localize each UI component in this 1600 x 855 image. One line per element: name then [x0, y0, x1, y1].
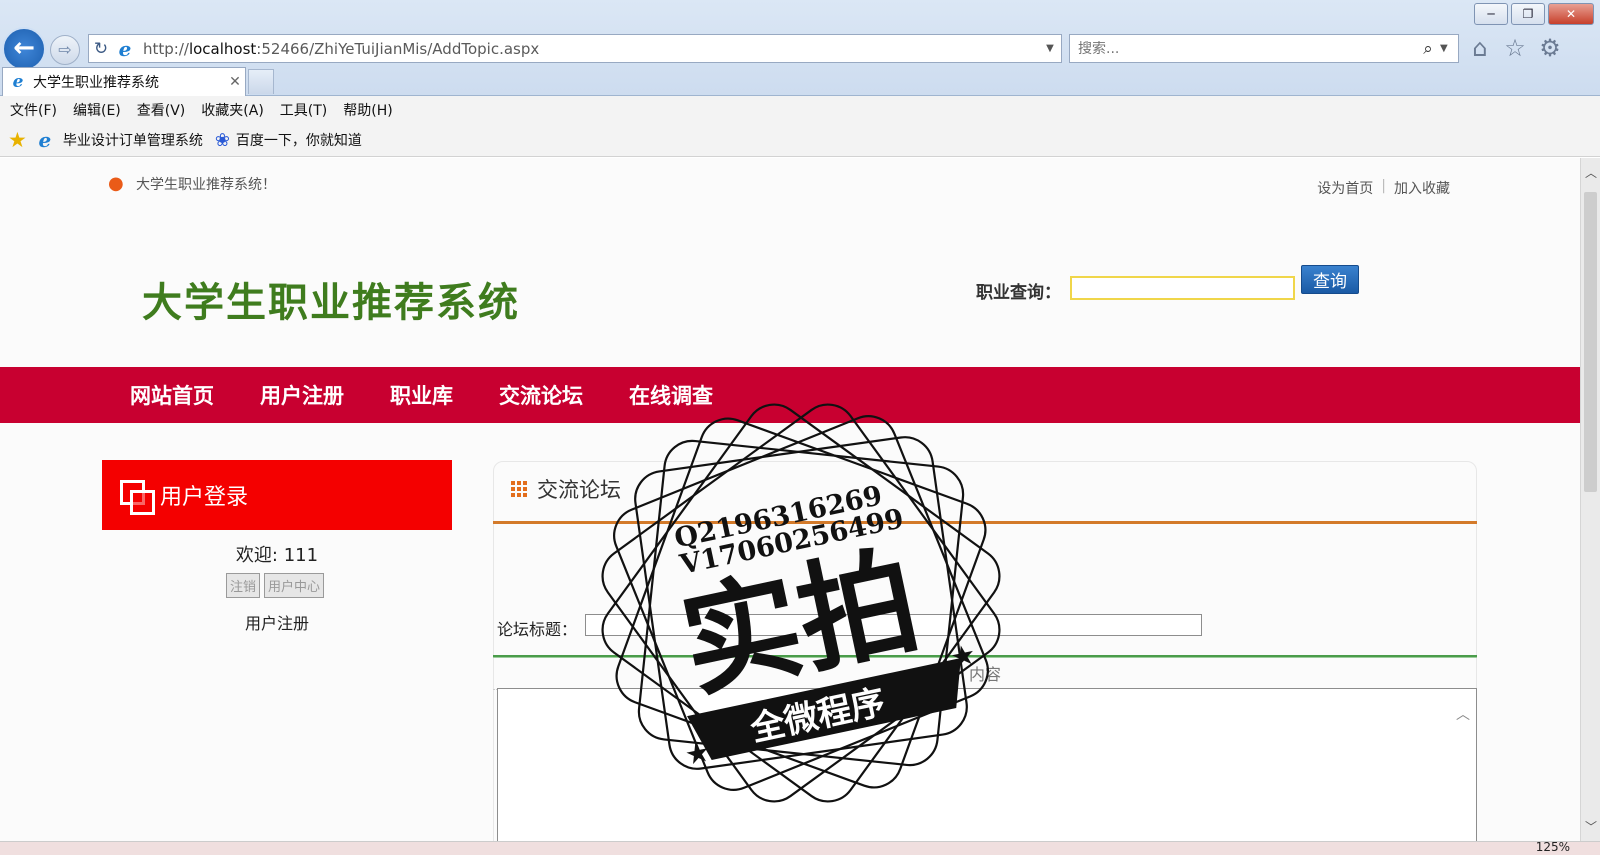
favorite-label: 毕业设计订单管理系统	[62, 133, 203, 149]
address-url[interactable]: http://localhost:52466/ZhiYeTuiJianMis/A…	[137, 40, 1039, 58]
restore-button[interactable]: ❐	[1511, 3, 1545, 25]
scroll-down-icon[interactable]: ﹀	[1584, 818, 1598, 835]
nav-job-library[interactable]: 职业库	[390, 380, 453, 410]
page-viewport: ● 大学生职业推荐系统！ 设为首页 | 加入收藏 大学生职业推荐系统 职业查询：…	[0, 158, 1580, 841]
forum-title: 交流论坛	[537, 478, 621, 502]
favorite-link-order-system[interactable]: e 毕业设计订单管理系统	[33, 128, 203, 152]
favorites-star-icon[interactable]: ★	[8, 128, 27, 152]
page-scrollbar[interactable]: ︿ ﹀	[1580, 158, 1600, 841]
minimize-button[interactable]: ─	[1474, 3, 1508, 25]
scroll-up-icon[interactable]: ︿	[1584, 164, 1598, 181]
content-textarea[interactable]	[497, 688, 1477, 841]
menu-view[interactable]: 查看(V)	[137, 100, 186, 120]
user-register-link[interactable]: 用户注册	[102, 610, 452, 634]
user-center-button[interactable]: 用户中心	[264, 573, 325, 598]
favorite-label: 百度一下，你就知道	[235, 133, 362, 149]
favorites-bar: ★ e 毕业设计订单管理系统 ❀ 百度一下，你就知道	[0, 124, 1600, 157]
home-icon[interactable]: ⌂	[1467, 34, 1493, 62]
ie-icon: e	[118, 36, 132, 61]
welcome-user: 欢迎: 111	[235, 545, 319, 566]
tab-strip: e 大学生职业推荐系统 ✕	[0, 66, 1600, 96]
forum-divider	[493, 521, 1477, 524]
scrollbar-thumb[interactable]	[1584, 192, 1597, 492]
job-search-label: 职业查询：	[976, 283, 1061, 303]
nav-survey[interactable]: 在线调查	[629, 380, 713, 410]
nav-register[interactable]: 用户注册	[260, 380, 344, 410]
logout-button[interactable]: 注销	[226, 573, 261, 598]
menu-bar: 文件(F) 编辑(E) 查看(V) 收藏夹(A) 工具(T) 帮助(H)	[0, 96, 1600, 124]
nav-home[interactable]: 网站首页	[130, 380, 214, 410]
gear-icon[interactable]: ⚙	[1537, 34, 1563, 62]
user-login-icon	[120, 480, 155, 515]
content-divider	[493, 655, 1477, 658]
top-links: 设为首页 | 加入收藏	[1317, 178, 1450, 198]
set-homepage-link[interactable]: 设为首页	[1317, 178, 1373, 198]
window-controls: ─ ❐ ✕	[1474, 3, 1594, 25]
address-bar[interactable]: ↻ e http://localhost:52466/ZhiYeTuiJianM…	[88, 34, 1062, 63]
job-search-input[interactable]	[1070, 276, 1295, 300]
favorite-link-baidu[interactable]: ❀ 百度一下，你就知道	[215, 130, 362, 151]
top-welcome-text: 大学生职业推荐系统！	[136, 177, 276, 193]
browser-search-box[interactable]: ⌕ ▼	[1069, 34, 1459, 63]
link-separator: |	[1381, 178, 1386, 194]
new-tab-button[interactable]	[248, 69, 274, 94]
menu-help[interactable]: 帮助(H)	[343, 100, 392, 120]
topic-title-input[interactable]	[585, 614, 1202, 636]
login-panel-header: 用户登录	[102, 460, 452, 530]
login-actions: 注销 用户中心	[226, 573, 325, 598]
search-dropdown-icon[interactable]: ▼	[1440, 43, 1458, 54]
tab-title: 大学生职业推荐系统	[33, 75, 159, 91]
content-label: 内容	[493, 661, 1477, 690]
search-icon[interactable]: ⌕	[1416, 39, 1440, 59]
job-search-button[interactable]: 查询	[1301, 265, 1359, 294]
topic-title-label: 论坛标题：	[497, 620, 578, 639]
forward-button[interactable]: ⇨	[50, 35, 80, 65]
browser-search-input[interactable]	[1078, 40, 1416, 57]
textarea-scroll-up-icon[interactable]: ︿	[1456, 704, 1470, 724]
menu-file[interactable]: 文件(F)	[10, 100, 57, 120]
close-tab-icon[interactable]: ✕	[225, 74, 245, 90]
status-bar: 125%	[0, 840, 1600, 855]
grid-icon	[511, 481, 527, 497]
baidu-paw-icon: ❀	[214, 129, 230, 151]
favorites-star-icon[interactable]: ☆	[1502, 34, 1528, 62]
close-window-button[interactable]: ✕	[1548, 3, 1594, 25]
nav-forum[interactable]: 交流论坛	[499, 380, 583, 410]
location-pin-icon: ●	[108, 173, 124, 194]
ie-icon: e	[38, 128, 52, 152]
address-dropdown-icon[interactable]: ▼	[1039, 43, 1061, 54]
back-button[interactable]: ←	[2, 27, 46, 71]
main-nav: 网站首页 用户注册 职业库 交流论坛 在线调查	[0, 367, 1580, 423]
browser-tab[interactable]: e 大学生职业推荐系统 ✕	[2, 67, 246, 96]
zoom-level[interactable]: 125%	[1536, 840, 1570, 854]
browser-toolbar-icons: ⌂ ☆ ⚙	[1467, 34, 1563, 62]
menu-edit[interactable]: 编辑(E)	[73, 100, 121, 120]
tab-ie-icon: e	[12, 72, 24, 92]
menu-favorites[interactable]: 收藏夹(A)	[201, 100, 264, 120]
site-title: 大学生职业推荐系统	[142, 279, 520, 326]
forum-header: 交流论坛	[493, 474, 1477, 504]
add-favorite-link[interactable]: 加入收藏	[1394, 178, 1450, 198]
login-title: 用户登录	[160, 485, 249, 510]
refresh-icon[interactable]: ↻	[89, 39, 113, 59]
top-welcome: ● 大学生职业推荐系统！	[108, 174, 276, 194]
menu-tools[interactable]: 工具(T)	[280, 100, 327, 120]
